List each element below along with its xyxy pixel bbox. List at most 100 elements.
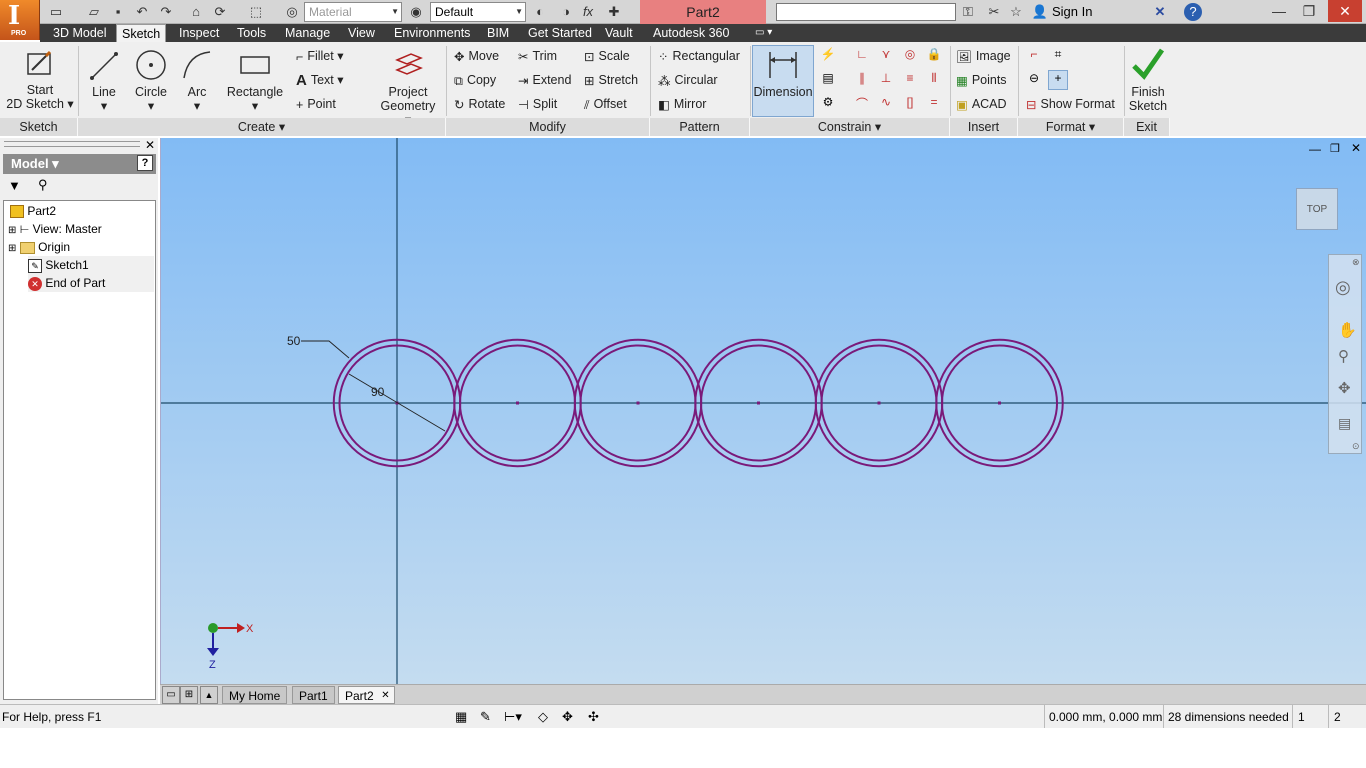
finish-sketch-button[interactable]: Finish Sketch (1126, 46, 1170, 113)
tab-sketch[interactable]: Sketch (116, 24, 167, 42)
horizontal-icon[interactable]: ≡ (900, 70, 920, 90)
appearance-icon[interactable]: ◉ (406, 3, 426, 21)
tree-node-view-master[interactable]: ⊞ ⊢ View: Master (8, 220, 158, 238)
tile-horizontal-icon[interactable]: ▭ (162, 686, 180, 704)
tab-environments[interactable]: Environments (389, 24, 475, 42)
insert-points-button[interactable]: ▦ Points (956, 70, 1007, 90)
copy-button[interactable]: ⧉ Copy (454, 70, 496, 90)
tree-node-end-of-part[interactable]: ✕ End of Part (28, 274, 154, 292)
circle-button[interactable]: Circle ▾ (130, 48, 172, 113)
constraint-settings-icon[interactable]: ⚙ (818, 94, 838, 114)
graphics-window[interactable]: 50 90 X Z — ❐ ✕ (160, 138, 1366, 684)
doc-tab-part1[interactable]: Part1 (292, 686, 335, 704)
navbar-options-icon[interactable]: ⊙ (1352, 441, 1360, 452)
tree-node-origin[interactable]: ⊞ Origin (8, 238, 158, 256)
tangent-icon[interactable]: ⌒ (852, 94, 872, 114)
relax-mode-icon[interactable]: ✣ (588, 705, 599, 729)
extend-button[interactable]: ⇥ Extend (518, 70, 571, 90)
vertical-icon[interactable]: ⫴ (924, 70, 944, 90)
split-button[interactable]: ⊣ Split (518, 94, 557, 114)
smooth-icon[interactable]: ∿ (876, 94, 896, 114)
symmetric-icon[interactable]: [] (900, 94, 920, 114)
center-point[interactable] (636, 401, 640, 405)
tab-3d-model[interactable]: 3D Model (48, 24, 112, 42)
undo-icon[interactable]: ↶ (132, 3, 152, 21)
insert-acad-button[interactable]: ▣ ACAD (956, 94, 1007, 114)
tab-manage[interactable]: Manage (280, 24, 335, 42)
construction-icon[interactable]: ⌐ (1024, 46, 1044, 66)
start-2d-sketch-button[interactable]: Start 2D Sketch ▾ (6, 48, 74, 111)
update-icon[interactable]: ⟳ (210, 3, 230, 21)
exchange-icon[interactable]: ✕ (1150, 3, 1170, 21)
fix-icon[interactable]: 🔒 (924, 46, 944, 66)
application-menu-button[interactable]: I PRO (0, 0, 40, 40)
steering-wheel-icon[interactable]: ◎ (1335, 277, 1351, 298)
sketch-grid-icon[interactable]: ▦ (455, 705, 467, 729)
materials-icon[interactable]: ◎ (282, 3, 302, 21)
appearance-combo[interactable]: Default ▼ (430, 2, 526, 22)
adjust-icon[interactable]: ◑ (556, 3, 576, 21)
perpendicular-icon[interactable]: ⊥ (876, 70, 896, 90)
snap-icon[interactable]: ✥ (562, 705, 573, 729)
sketch-check-icon[interactable]: ✎ (480, 705, 491, 729)
canvas-restore-icon[interactable]: ❐ (1330, 142, 1340, 155)
pan-icon[interactable]: ✋ (1338, 321, 1357, 339)
tab-vault[interactable]: Vault (600, 24, 638, 42)
browser-header[interactable]: Model ▾ (3, 154, 156, 174)
home-icon[interactable]: ⌂ (186, 3, 206, 21)
new-icon[interactable]: ▭ (46, 3, 66, 21)
look-at-icon[interactable]: ▤ (1338, 415, 1351, 432)
save-icon[interactable]: ▪ (108, 3, 128, 21)
slice-icon[interactable]: ◇ (538, 705, 548, 729)
tab-get-started[interactable]: Get Started (523, 24, 597, 42)
help-search-input[interactable] (776, 3, 956, 21)
favorites-icon[interactable]: ☆ (1006, 3, 1026, 21)
rectangular-pattern-button[interactable]: ⁘ Rectangular (658, 46, 740, 66)
collinear-icon[interactable]: ⋎ (876, 46, 896, 66)
concentric-icon[interactable]: ◎ (900, 46, 920, 66)
doc-tab-part2[interactable]: Part2 ✕ (338, 686, 395, 704)
zoom-icon[interactable]: ⚲ (1338, 347, 1349, 365)
tree-node-sketch1[interactable]: ✎ Sketch1 (28, 256, 154, 274)
navbar-close-icon[interactable]: ⊗ (1352, 257, 1360, 268)
tab-autodesk-360[interactable]: Autodesk 360 (648, 24, 734, 42)
browser-close-icon[interactable]: ✕ (145, 138, 155, 152)
tree-node-part2[interactable]: Part2 (10, 202, 160, 220)
stretch-button[interactable]: ⊞ Stretch (584, 70, 638, 90)
sketch-canvas[interactable]: 50 90 X Z (161, 138, 1366, 684)
show-format-button[interactable]: ⊟ Show Format (1026, 94, 1115, 114)
key-icon[interactable]: ⚿ (958, 3, 978, 21)
plus-icon[interactable]: ✚ (604, 3, 624, 21)
close-tab-icon[interactable]: ✕ (381, 687, 389, 705)
tile-grid-icon[interactable]: ⊞ (180, 686, 198, 704)
open-icon[interactable]: ▱ (84, 3, 104, 21)
auto-dimension-icon[interactable]: ⚡ (818, 46, 838, 66)
tab-menu-icon[interactable]: ▲ (200, 686, 218, 704)
center-point-icon[interactable]: ⌗ (1048, 46, 1068, 66)
fillet-button[interactable]: ⌐ Fillet ▾ (296, 46, 343, 66)
coincident-icon[interactable]: ∟ (852, 46, 872, 66)
clear-appearance-icon[interactable]: ◐ (530, 3, 550, 21)
insert-image-button[interactable]: 🖼 Image (956, 46, 1011, 66)
arc-button[interactable]: Arc ▾ (176, 48, 218, 113)
restore-button[interactable]: ❐ (1294, 0, 1324, 22)
scale-button[interactable]: ⊡ Scale (584, 46, 630, 66)
find-icon[interactable]: ⚲ (38, 177, 48, 193)
viewcube[interactable]: TOP (1296, 188, 1338, 230)
help-icon[interactable]: ? (1184, 3, 1202, 21)
center-point[interactable] (877, 401, 881, 405)
dimension-button[interactable]: Dimension (752, 45, 814, 117)
parallel-icon[interactable]: ∥ (852, 70, 872, 90)
rotate-button[interactable]: ↻ Rotate (454, 94, 505, 114)
line-button[interactable]: Line ▾ (84, 48, 124, 113)
panel-label-create[interactable]: Create ▾ (78, 118, 446, 136)
tab-bim[interactable]: BIM (482, 24, 514, 42)
dimension-display-icon[interactable]: ⊢▾ (504, 705, 522, 729)
centerline-icon[interactable]: ⊖ (1024, 70, 1044, 90)
move-button[interactable]: ✥ Move (454, 46, 499, 66)
panel-label-format[interactable]: Format ▾ (1018, 118, 1124, 136)
redo-icon[interactable]: ↷ (156, 3, 176, 21)
show-constraints-icon[interactable]: ▤ (818, 70, 838, 90)
fx-icon[interactable]: fx (578, 3, 598, 21)
browser-help-icon[interactable]: ? (137, 155, 153, 171)
